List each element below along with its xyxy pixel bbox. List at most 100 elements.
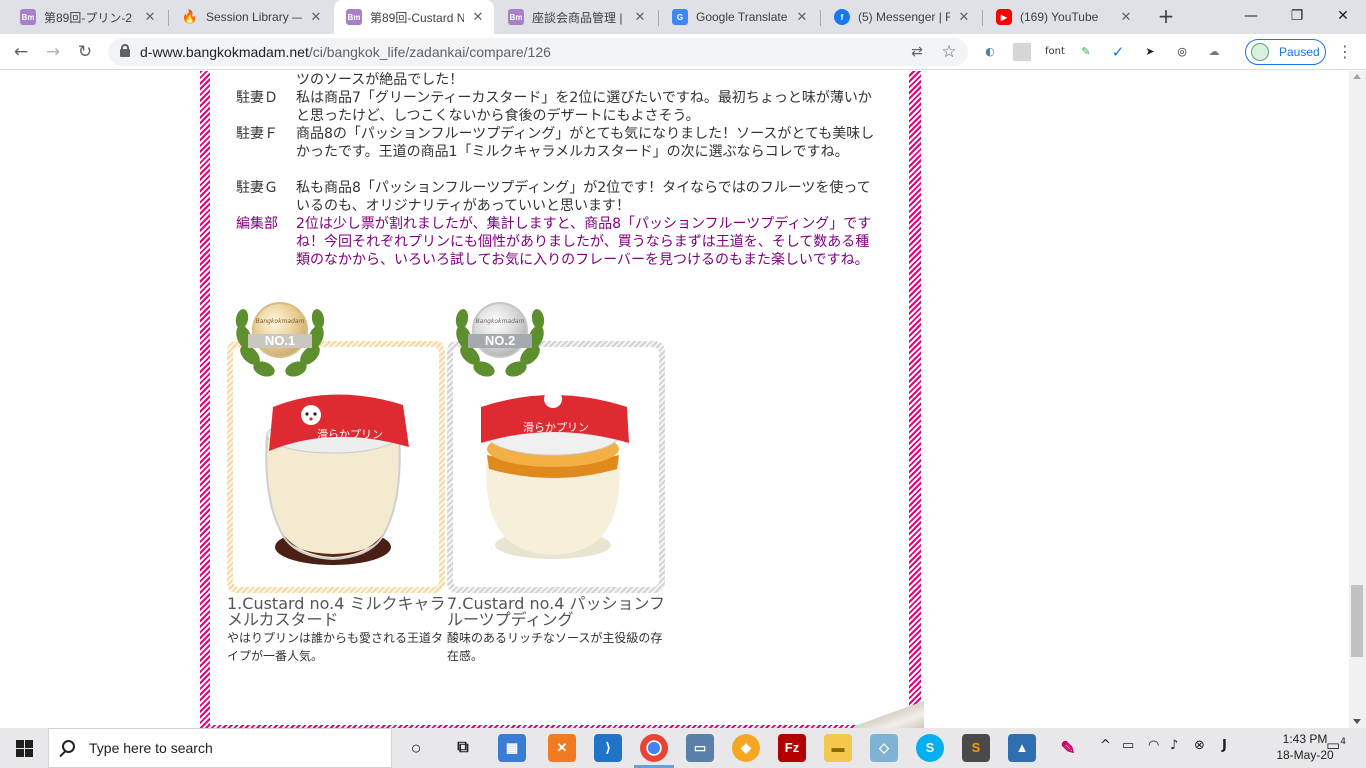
battery-icon[interactable]: ▭ <box>1122 738 1134 753</box>
notification-count: 4 <box>1340 737 1346 747</box>
tab-title: Google Translate <box>696 10 788 24</box>
clip-extension-icon[interactable]: ✎ <box>1077 43 1095 61</box>
tab-5[interactable]: G Google Translate ✕ <box>660 0 818 34</box>
cursor-extension-icon[interactable]: ➤ <box>1141 43 1159 61</box>
url-text[interactable]: d-www.bangkokmadam.net/ci/bangkok_life/z… <box>140 44 551 60</box>
forward-button[interactable]: → <box>40 39 66 65</box>
cloud-extension-icon[interactable]: ☁ <box>1205 43 1223 61</box>
close-window-button[interactable]: ✕ <box>1320 0 1366 34</box>
tab-title: 第89回-Custard No <box>370 10 464 25</box>
product-image-frame: 滑らかプリン <box>453 347 659 587</box>
remote-desktop-icon[interactable]: ▭ <box>686 734 714 762</box>
windows-taskbar: Type here to search ○ ⧉ ▦ ✕ ⟩ ▭ ◆ Fz ▬ ◇… <box>0 728 1366 768</box>
product-name[interactable]: 7.Custard no.4 パッションフルーツプディング <box>447 596 667 628</box>
url-path: /ci/bangkok_life/zadankai/compare/126 <box>308 44 551 60</box>
dialogue-text: 商品8の「パッションフルーツプディング」がとても気になりました！ソースがとても美… <box>296 126 875 160</box>
bookmark-star-icon[interactable]: ☆ <box>940 43 958 61</box>
tab-separator <box>820 10 821 26</box>
back-button[interactable]: ← <box>8 39 34 65</box>
task-view-icon[interactable]: ⧉ <box>449 734 477 762</box>
close-tab-icon[interactable]: ✕ <box>308 9 324 25</box>
reload-button[interactable]: ↻ <box>72 39 98 65</box>
speaker-label: 編集部 <box>236 216 278 232</box>
rank-1-medal: Bangkokmadam NO.1 <box>230 297 330 381</box>
bm-favicon-icon: Bm <box>20 9 36 25</box>
article-body: ツのソースが絶品でした！ 駐妻Ｄ 私は商品7「グリーンティーカスタード」を2位に… <box>210 71 909 725</box>
tab-7[interactable]: ▶ (169) YouTube ✕ <box>984 0 1142 34</box>
profile-paused-button[interactable]: Paused <box>1245 39 1326 65</box>
speaker-label: 駐妻Ｄ <box>236 90 278 106</box>
product-image-frame: 滑らかプリン <box>233 347 439 587</box>
page-curl-decoration <box>854 690 924 728</box>
translate-icon[interactable]: ⇄ <box>908 43 926 61</box>
close-tab-icon[interactable]: ✕ <box>794 9 810 25</box>
close-tab-icon[interactable]: ✕ <box>142 9 158 25</box>
close-tab-icon[interactable]: ✕ <box>1118 9 1134 25</box>
tab-3-active[interactable]: Bm 第89回-Custard No ✕ <box>334 0 494 34</box>
taskbar-search[interactable]: Type here to search <box>48 728 392 768</box>
close-tab-icon[interactable]: ✕ <box>470 9 486 25</box>
search-placeholder: Type here to search <box>89 740 213 756</box>
close-tab-icon[interactable]: ✕ <box>632 9 648 25</box>
close-tab-icon[interactable]: ✕ <box>956 9 972 25</box>
product-name[interactable]: 1.Custard no.4 ミルクキャラメルカスタード <box>227 596 447 628</box>
minimize-button[interactable]: — <box>1228 0 1274 34</box>
chrome-icon[interactable] <box>640 734 668 762</box>
bm-favicon-icon: Bm <box>346 9 362 25</box>
action-center-icon[interactable]: ▭4 <box>1326 736 1346 754</box>
custard-cup-image: 滑らかプリン <box>481 390 629 559</box>
xampp-icon[interactable]: ✕ <box>548 734 576 762</box>
paint-icon[interactable]: ✎ <box>1054 734 1082 762</box>
mute-notification-icon[interactable]: ⊗ <box>1194 738 1205 753</box>
avatar <box>1251 43 1269 61</box>
check-extension-icon[interactable]: ✓ <box>1109 43 1127 61</box>
lock-icon[interactable] <box>120 44 130 57</box>
vscode-icon[interactable]: ⟩ <box>594 734 622 762</box>
tab-1[interactable]: Bm 第89回-プリン-2 | B ✕ <box>8 0 166 34</box>
address-bar[interactable]: d-www.bangkokmadam.net/ci/bangkok_life/z… <box>108 38 968 66</box>
shield-extension-icon[interactable]: ◎ <box>1173 43 1191 61</box>
restore-button[interactable]: ❐ <box>1274 0 1320 34</box>
notes-app-icon[interactable]: ◇ <box>870 734 898 762</box>
extension-circle-icon[interactable]: ◐ <box>981 43 999 61</box>
store-icon[interactable]: ▦ <box>498 734 526 762</box>
tab-title: (5) Messenger | Fa <box>858 10 950 24</box>
cortana-icon[interactable]: ○ <box>402 734 430 762</box>
scroll-down-arrow-icon[interactable] <box>1353 719 1361 724</box>
start-button[interactable] <box>0 728 48 768</box>
rank-2-medal: Bangkokmadam NO.2 <box>450 297 550 381</box>
browser-toolbar: ← → ↻ d-www.bangkokmadam.net/ci/bangkok_… <box>0 34 1366 70</box>
medal-rank: NO.2 <box>484 333 516 348</box>
lid-label: 滑らかプリン <box>317 428 383 441</box>
tab-title: Session Library — <box>206 10 302 24</box>
new-tab-button[interactable]: + <box>1154 5 1178 29</box>
skype-icon[interactable]: S <box>916 734 944 762</box>
tab-4[interactable]: Bm 座談会商品管理 | B ✕ <box>496 0 656 34</box>
input-method-icon[interactable]: J <box>1222 738 1227 753</box>
lid-label: 滑らかプリン <box>523 421 589 434</box>
filezilla-icon[interactable]: Fz <box>778 734 806 762</box>
tab-title: (169) YouTube <box>1020 10 1099 24</box>
photos-icon[interactable]: ▲ <box>1008 734 1036 762</box>
tab-2[interactable]: 🔥 Session Library — ✕ <box>170 0 332 34</box>
tab-separator <box>168 10 169 26</box>
chrome-menu-icon[interactable]: ⋮ <box>1336 43 1354 61</box>
sublime-icon[interactable]: S <box>962 734 990 762</box>
wifi-icon[interactable]: ◠ <box>1148 738 1159 753</box>
browser-app-icon[interactable]: ◆ <box>732 734 760 762</box>
scroll-up-arrow-icon[interactable] <box>1353 74 1361 79</box>
custard-cup-image: 滑らかプリン <box>265 394 409 565</box>
tab-6[interactable]: f (5) Messenger | Fa ✕ <box>822 0 980 34</box>
gold-coin-icon: Bangkokmadam NO.1 <box>248 302 312 358</box>
dialogue-text: 2位は少し票が割れましたが、集計しますと、商品8「パッションフルーツプディング」… <box>296 216 872 268</box>
volume-icon[interactable]: ♪ <box>1170 738 1178 753</box>
profile-status: Paused <box>1279 45 1320 59</box>
tray-chevron-icon[interactable]: ^ <box>1100 738 1111 753</box>
tab-separator <box>982 10 983 26</box>
file-explorer-icon[interactable]: ▬ <box>824 734 852 762</box>
page-scrollbar[interactable] <box>1349 71 1366 728</box>
scroll-thumb[interactable] <box>1351 585 1363 657</box>
extension-blank-icon[interactable] <box>1013 43 1031 61</box>
article-frame: ツのソースが絶品でした！ 駐妻Ｄ 私は商品7「グリーンティーカスタード」を2位に… <box>200 71 924 728</box>
font-extension-icon[interactable]: font <box>1045 43 1065 61</box>
